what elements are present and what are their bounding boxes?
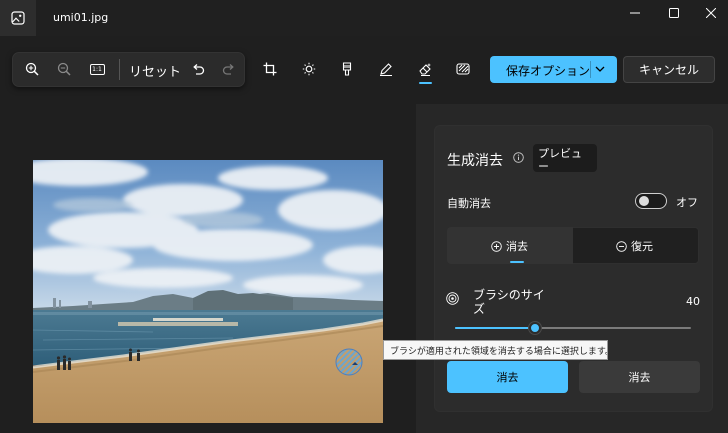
beach-photo (33, 160, 383, 423)
erase-secondary-button[interactable]: 消去 (579, 361, 700, 393)
minimize-button[interactable] (622, 4, 648, 22)
close-button[interactable] (698, 4, 724, 22)
brush-size-icon (446, 292, 459, 305)
erase-icon (419, 63, 431, 76)
maximize-button[interactable] (661, 4, 687, 22)
adjust-tool-button[interactable] (296, 56, 322, 82)
actual-size-button[interactable]: 1:1 (84, 56, 110, 82)
background-tool-button[interactable] (450, 56, 476, 82)
active-tool-indicator (419, 82, 432, 84)
brush-size-value: 40 (686, 295, 700, 308)
cancel-button[interactable]: キャンセル (623, 56, 715, 83)
erase-tool-button[interactable] (412, 56, 438, 82)
photo-canvas[interactable] (33, 160, 383, 423)
filter-tool-button[interactable] (334, 56, 360, 82)
filter-icon (342, 62, 352, 76)
window-title: umi01.jpg (53, 11, 109, 24)
slider-fill (455, 327, 536, 329)
mode-erase-tab[interactable]: 消去 (491, 238, 528, 254)
minimize-icon (630, 12, 640, 14)
tooltip: ブラシが適用された領域を消去する場合に選択します。 (383, 340, 608, 360)
mode-restore-tab[interactable]: 復元 (616, 238, 653, 254)
markup-icon (380, 63, 392, 76)
auto-erase-state: オフ (676, 196, 698, 209)
erase-button[interactable]: 消去 (447, 361, 568, 393)
zoom-out-icon (57, 62, 71, 76)
auto-erase-label: 自動消去 (447, 197, 491, 210)
mode-restore-label: 復元 (631, 240, 653, 253)
close-icon (706, 8, 716, 18)
markup-tool-button[interactable] (373, 56, 399, 82)
zoom-in-button[interactable] (19, 56, 45, 82)
actual-size-label: 1:1 (92, 65, 102, 73)
preview-badge: プレビュー (533, 144, 597, 172)
save-options-button[interactable]: 保存オプション (490, 56, 617, 83)
brush-cursor (335, 348, 363, 376)
undo-icon (193, 64, 205, 75)
minus-circle-icon (616, 240, 627, 252)
redo-icon (222, 64, 234, 75)
toggle-knob (639, 196, 649, 206)
zoom-in-icon (25, 62, 39, 76)
crop-icon (263, 62, 277, 76)
auto-erase-toggle[interactable] (635, 193, 667, 209)
plus-circle-icon (491, 240, 502, 252)
maximize-icon (669, 8, 679, 18)
crop-tool-button[interactable] (257, 56, 283, 82)
brush-size-label: ブラシのサイズ (473, 288, 545, 316)
photo-icon (11, 11, 25, 25)
background-icon (456, 63, 470, 75)
save-divider (590, 61, 591, 78)
save-options-label: 保存オプション (506, 64, 591, 78)
reset-button[interactable]: リセット (129, 61, 181, 80)
mode-erase-label: 消去 (506, 240, 528, 253)
panel-title: 生成消去 (447, 153, 503, 169)
app-icon-button[interactable] (0, 0, 36, 36)
brightness-icon (302, 62, 316, 76)
redo-button[interactable] (216, 56, 242, 82)
mode-active-indicator (510, 261, 524, 263)
toolbar-divider (119, 59, 120, 80)
undo-button[interactable] (185, 56, 211, 82)
brush-size-slider[interactable] (455, 322, 691, 334)
chevron-down-icon[interactable] (595, 64, 605, 74)
actual-size-icon: 1:1 (89, 63, 105, 75)
info-icon[interactable] (513, 152, 524, 163)
title-bar: umi01.jpg (0, 0, 728, 36)
zoom-out-button[interactable] (51, 56, 77, 82)
